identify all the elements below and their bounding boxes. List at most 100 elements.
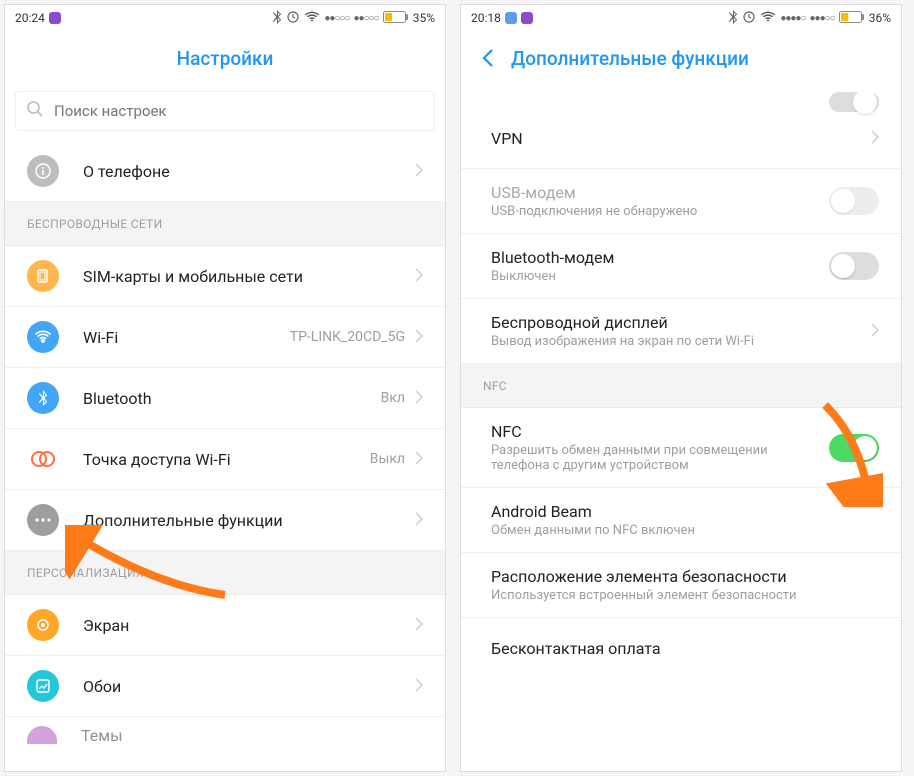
back-button[interactable] — [475, 48, 501, 68]
clock: 20:18 — [471, 11, 501, 25]
secure-element-row[interactable]: Расположение элемента безопасности Испол… — [461, 553, 901, 618]
info-icon — [27, 155, 59, 187]
phone-right: 20:18 ●●●●○ ●●●○○ 36% Дополнитель — [460, 4, 902, 772]
wifi-circle-icon — [27, 321, 59, 353]
row-label: Android Beam — [491, 502, 879, 521]
row-label: Bluetooth-модем — [491, 248, 829, 267]
page-title: Дополнительные функции — [511, 47, 749, 70]
display-row[interactable]: Экран — [5, 595, 445, 656]
status-bar: 20:24 ●●○○○ ●●○○○ 35% — [5, 5, 445, 31]
page-title: Настройки — [177, 47, 274, 70]
signal-2-icon: ●●●○○ — [810, 13, 835, 24]
nfc-row[interactable]: NFC Разрешить обмен данными при совмещен… — [461, 408, 901, 488]
cast-row[interactable]: Беспроводной дисплей Вывод изображения н… — [461, 299, 901, 364]
row-label: Экран — [83, 616, 415, 635]
row-value: Выкл — [370, 451, 405, 467]
row-label: USB-модем — [491, 183, 829, 202]
wallpaper-row[interactable]: Обои — [5, 656, 445, 717]
chevron-right-icon — [871, 129, 879, 148]
battery-percent: 36% — [869, 11, 891, 25]
search-input[interactable] — [54, 102, 424, 120]
more-icon — [27, 504, 59, 536]
about-phone-row[interactable]: О телефоне — [5, 141, 445, 202]
toggle-partial[interactable] — [829, 84, 879, 112]
chevron-right-icon — [415, 328, 423, 347]
hotspot-row[interactable]: Точка доступа Wi-Fi Выкл — [5, 429, 445, 490]
bluetooth-icon — [272, 10, 282, 27]
row-label: Темы — [81, 726, 423, 745]
row-subtitle: Используется встроенный элемент безопасн… — [491, 588, 879, 603]
app-icon — [49, 12, 61, 24]
themes-row[interactable]: Темы — [5, 717, 445, 745]
row-subtitle: USB-подключения не обнаружено — [491, 204, 829, 219]
row-label: Дополнительные функции — [83, 511, 415, 530]
wifi-row[interactable]: Wi-Fi TP-LINK_20CD_5G — [5, 307, 445, 368]
chevron-right-icon — [415, 677, 423, 696]
usb-modem-row: USB-модем USB-подключения не обнаружено — [461, 169, 901, 234]
usb-toggle — [829, 187, 879, 215]
more-row[interactable]: Дополнительные функции — [5, 490, 445, 551]
row-label: SIM-карты и мобильные сети — [83, 267, 415, 286]
row-label: Точка доступа Wi-Fi — [83, 450, 370, 469]
nfc-toggle[interactable] — [829, 434, 879, 462]
clock: 20:24 — [15, 11, 45, 25]
alarm-icon — [742, 11, 756, 26]
bt-modem-row[interactable]: Bluetooth-модем Выключен — [461, 234, 901, 299]
row-subtitle: Разрешить обмен данными при совмещении т… — [491, 443, 811, 473]
app-icon — [521, 12, 533, 24]
app-icon — [505, 12, 517, 24]
wallpaper-icon — [27, 670, 59, 702]
sim-icon — [27, 260, 59, 292]
section-nfc: NFC — [461, 364, 901, 408]
chevron-right-icon — [415, 389, 423, 408]
bt-toggle[interactable] — [829, 252, 879, 280]
signal-1-icon: ●●○○○ — [324, 13, 349, 24]
hotspot-icon — [27, 443, 59, 475]
chevron-right-icon — [415, 162, 423, 181]
bluetooth-circle-icon — [27, 382, 59, 414]
row-label: О телефоне — [83, 162, 415, 181]
chevron-right-icon — [415, 616, 423, 635]
search-bar[interactable] — [15, 91, 435, 131]
battery-icon — [839, 11, 865, 26]
row-label: Обои — [83, 677, 415, 696]
section-personal: ПЕРСОНАЛИЗАЦИЯ — [5, 551, 445, 595]
row-subtitle: Выключен — [491, 269, 829, 284]
signal-1-icon: ●●●●○ — [780, 13, 805, 24]
section-wireless: БЕСПРОВОДНЫЕ СЕТИ — [5, 202, 445, 246]
search-icon — [26, 100, 44, 122]
row-label: VPN — [491, 129, 871, 148]
header: Дополнительные функции — [461, 31, 901, 85]
bluetooth-row[interactable]: Bluetooth Вкл — [5, 368, 445, 429]
vpn-row[interactable]: VPN — [461, 109, 901, 169]
sim-row[interactable]: SIM-карты и мобильные сети — [5, 246, 445, 307]
chevron-right-icon — [871, 322, 879, 341]
wifi-icon — [304, 11, 320, 26]
chevron-right-icon — [415, 511, 423, 530]
themes-icon — [27, 726, 57, 744]
phone-left: 20:24 ●●○○○ ●●○○○ 35% Настройки — [4, 4, 446, 772]
battery-icon — [383, 11, 409, 26]
signal-2-icon: ●●○○○ — [354, 13, 379, 24]
alarm-icon — [286, 11, 300, 26]
row-value: TP-LINK_20CD_5G — [290, 329, 405, 345]
row-subtitle: Вывод изображения на экран по сети Wi-Fi — [491, 334, 871, 349]
wifi-icon — [760, 11, 776, 26]
status-bar: 20:18 ●●●●○ ●●●○○ 36% — [461, 5, 901, 31]
row-value: Вкл — [381, 390, 405, 406]
display-icon — [27, 609, 59, 641]
chevron-right-icon — [415, 450, 423, 469]
row-label: Бесконтактная оплата — [491, 639, 879, 658]
row-label: NFC — [491, 422, 811, 441]
row-label: Беспроводной дисплей — [491, 313, 871, 332]
chevron-right-icon — [415, 267, 423, 286]
row-label: Wi-Fi — [83, 328, 290, 347]
bluetooth-icon — [728, 10, 738, 27]
contactless-row[interactable]: Бесконтактная оплата — [461, 618, 901, 678]
beam-row[interactable]: Android Beam Обмен данными по NFC включе… — [461, 488, 901, 553]
row-label: Расположение элемента безопасности — [491, 567, 879, 586]
row-label: Bluetooth — [83, 389, 381, 408]
battery-percent: 35% — [413, 11, 435, 25]
row-subtitle: Обмен данными по NFC включен — [491, 523, 879, 538]
header: Настройки — [5, 31, 445, 85]
